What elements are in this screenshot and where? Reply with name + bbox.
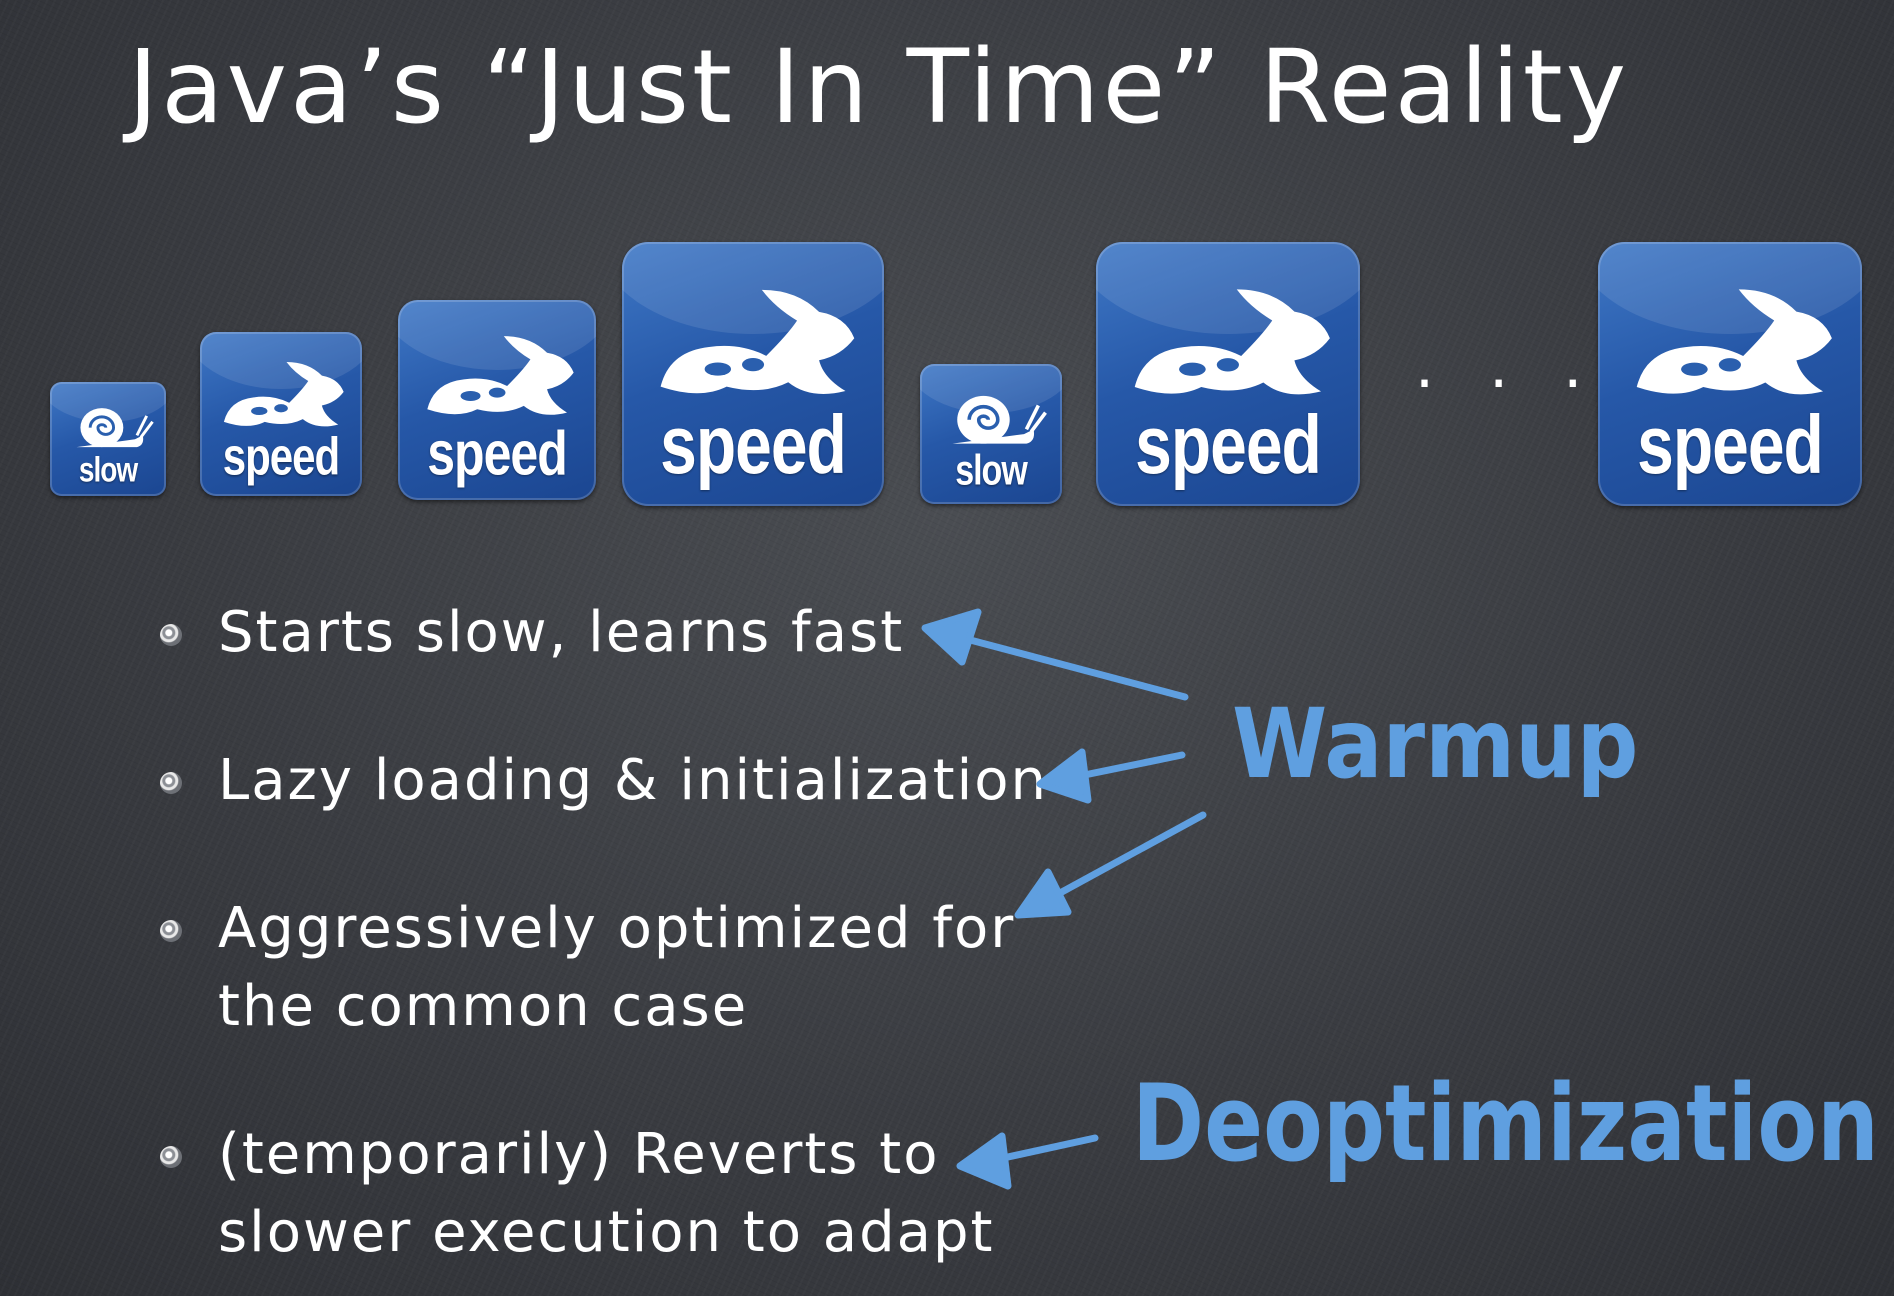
arrowhead-3 bbox=[1014, 868, 1072, 919]
arrow-to-bullet-3 bbox=[1034, 811, 1207, 909]
deoptimization-label: Deoptimization bbox=[1132, 1062, 1879, 1185]
arrowhead-1 bbox=[921, 608, 982, 666]
warmup-label: Warmup bbox=[1232, 688, 1639, 800]
arrowhead-2 bbox=[1036, 748, 1092, 804]
arrow-to-bullet-1 bbox=[936, 628, 1189, 701]
arrowhead-4 bbox=[956, 1132, 1012, 1190]
